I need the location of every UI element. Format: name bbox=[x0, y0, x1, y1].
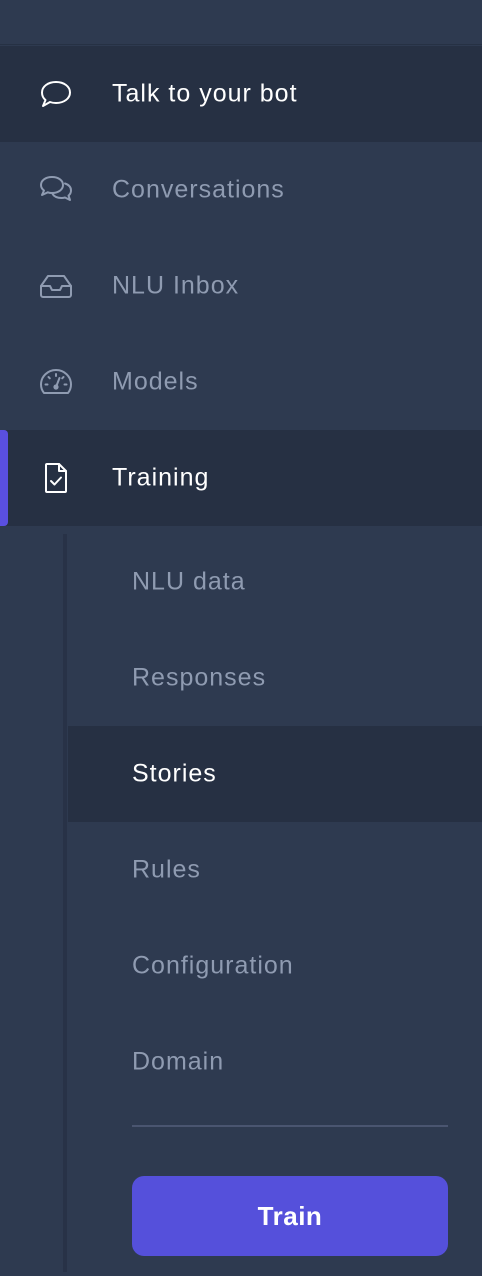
inbox-icon bbox=[38, 268, 74, 304]
gauge-icon bbox=[38, 364, 74, 400]
sidebar-item-label: Models bbox=[112, 367, 199, 396]
submenu-guide-line bbox=[63, 534, 67, 1272]
submenu-item-rules[interactable]: Rules bbox=[68, 822, 482, 918]
train-button[interactable]: Train bbox=[132, 1176, 448, 1256]
chat-bubble-icon bbox=[38, 76, 74, 112]
document-check-icon bbox=[38, 460, 74, 496]
submenu-item-label: Rules bbox=[132, 855, 201, 884]
sidebar-item-nlu-inbox[interactable]: NLU Inbox bbox=[0, 238, 482, 334]
submenu-item-stories[interactable]: Stories bbox=[68, 726, 482, 822]
sidebar: Talk to your bot Conversations NLU Inbox bbox=[0, 0, 482, 1276]
sidebar-item-label: Training bbox=[112, 463, 210, 492]
sidebar-item-models[interactable]: Models bbox=[0, 334, 482, 430]
sidebar-top-strip bbox=[0, 0, 482, 44]
submenu-item-label: Responses bbox=[132, 663, 267, 692]
sidebar-item-label: NLU Inbox bbox=[112, 271, 240, 300]
sidebar-item-label: Talk to your bot bbox=[112, 79, 298, 108]
chat-bubbles-icon bbox=[38, 172, 74, 208]
submenu-item-configuration[interactable]: Configuration bbox=[68, 918, 482, 1014]
submenu-item-label: Configuration bbox=[132, 951, 294, 980]
submenu-item-label: Stories bbox=[132, 759, 217, 788]
submenu-item-nlu-data[interactable]: NLU data bbox=[68, 534, 482, 630]
sidebar-item-training[interactable]: Training bbox=[0, 430, 482, 526]
submenu-divider bbox=[132, 1125, 448, 1127]
sidebar-top-divider bbox=[0, 44, 482, 45]
sidebar-item-label: Conversations bbox=[112, 175, 285, 204]
submenu-item-domain[interactable]: Domain bbox=[68, 1014, 482, 1110]
active-indicator bbox=[0, 430, 8, 526]
submenu-item-label: Domain bbox=[132, 1047, 225, 1076]
submenu-item-label: NLU data bbox=[132, 567, 246, 596]
submenu-item-responses[interactable]: Responses bbox=[68, 630, 482, 726]
sidebar-item-talk-to-your-bot[interactable]: Talk to your bot bbox=[0, 46, 482, 142]
sidebar-item-conversations[interactable]: Conversations bbox=[0, 142, 482, 238]
